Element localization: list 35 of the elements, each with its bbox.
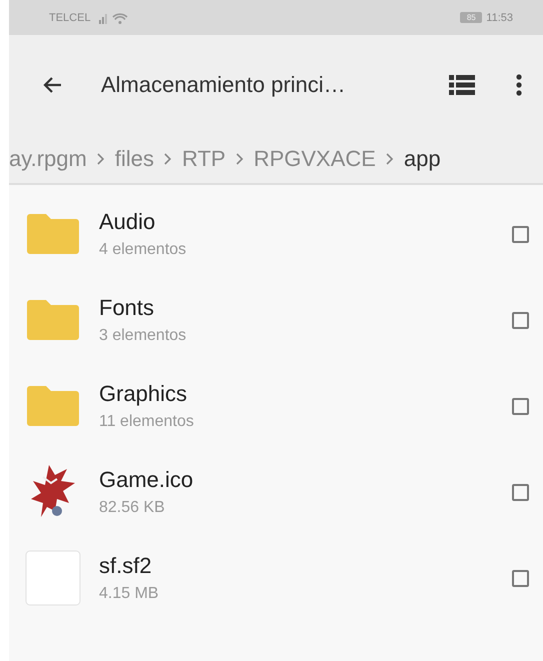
- battery-level: 85: [460, 12, 482, 23]
- file-name: sf.sf2: [99, 553, 153, 579]
- file-detail: 4 elementos: [99, 241, 188, 259]
- folder-icon: [25, 213, 81, 255]
- file-detail: 3 elementos: [99, 327, 188, 345]
- chevron-icon: [164, 153, 172, 165]
- folder-icon: [25, 299, 81, 341]
- list-view-icon: [449, 74, 475, 96]
- blank-file-icon: [25, 550, 81, 606]
- file-detail: 4.15 MB: [99, 585, 160, 603]
- breadcrumb-item[interactable]: RPGVXACE: [254, 146, 376, 172]
- file-name: Graphics: [99, 381, 188, 407]
- screen-title: Almacenamiento princi…: [101, 72, 347, 98]
- breadcrumb-item[interactable]: app: [404, 146, 441, 172]
- checkbox[interactable]: [512, 398, 529, 414]
- clock-time: 11:53: [486, 12, 513, 24]
- breadcrumb-item[interactable]: ay.rpgm: [9, 146, 87, 172]
- checkbox[interactable]: [512, 226, 529, 242]
- checkbox[interactable]: [512, 484, 529, 500]
- more-options-icon: [515, 73, 523, 97]
- file-detail: 82.56 KB: [99, 499, 166, 517]
- file-name: Audio: [99, 209, 156, 235]
- file-name: Game.ico: [99, 467, 194, 493]
- carrier-name: TELCEL: [49, 12, 91, 24]
- checkbox[interactable]: [512, 312, 529, 328]
- folder-icon: [25, 385, 81, 427]
- breadcrumb-item[interactable]: files: [114, 146, 154, 172]
- chevron-icon: [386, 153, 394, 165]
- checkbox[interactable]: [512, 570, 529, 586]
- signal-wifi-icon: [98, 12, 129, 24]
- file-detail: 11 elementos: [99, 413, 195, 431]
- chevron-icon: [96, 153, 105, 165]
- breadcrumb-item[interactable]: RTP: [182, 146, 226, 172]
- chevron-icon: [236, 153, 244, 165]
- file-name: Fonts: [99, 295, 156, 321]
